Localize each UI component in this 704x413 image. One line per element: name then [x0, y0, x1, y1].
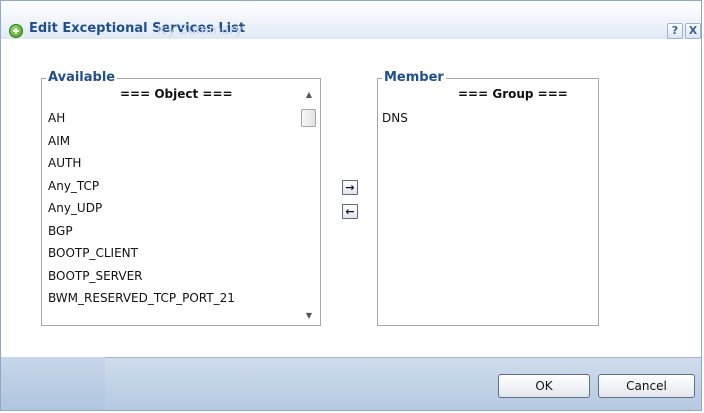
- list-item[interactable]: AIM: [48, 130, 298, 153]
- list-item[interactable]: Any_TCP: [48, 175, 298, 198]
- list-item[interactable]: BOOTP_CLIENT: [48, 242, 298, 265]
- edit-icon: [9, 24, 23, 38]
- scroll-up-icon[interactable]: ▲: [299, 88, 319, 102]
- background-title-text: icy Summary: [157, 23, 243, 38]
- remove-from-member-button[interactable]: ←: [342, 204, 358, 219]
- member-list-box[interactable]: Member === Group === DNS: [377, 70, 599, 326]
- close-button[interactable]: X: [685, 23, 701, 39]
- list-item[interactable]: AH: [48, 107, 298, 130]
- cancel-button[interactable]: Cancel: [598, 374, 695, 398]
- list-item[interactable]: Any_UDP: [48, 197, 298, 220]
- list-item[interactable]: BOOTP_SERVER: [48, 265, 298, 288]
- group-header: === Group ===: [458, 87, 568, 101]
- list-item[interactable]: BWM_RESERVED_TCP_PORT_21: [48, 287, 298, 310]
- edit-exceptional-services-dialog: Edit Exceptional Services List icy Summa…: [0, 0, 702, 411]
- available-legend: Available: [46, 70, 118, 85]
- footer-left-panel: [1, 357, 105, 410]
- dialog-footer: [1, 357, 701, 410]
- help-button[interactable]: ?: [667, 23, 683, 39]
- scroll-thumb[interactable]: [301, 109, 316, 127]
- object-group-header: === Object ===: [120, 87, 233, 101]
- member-list[interactable]: DNS: [382, 107, 408, 130]
- available-list-box[interactable]: Available === Object === AH AIM AUTH Any…: [41, 70, 321, 326]
- ok-button[interactable]: OK: [498, 374, 590, 398]
- available-scrollbar[interactable]: ▲ ▼: [299, 85, 319, 325]
- member-legend: Member: [382, 70, 446, 85]
- list-item[interactable]: AUTH: [48, 152, 298, 175]
- available-list[interactable]: AH AIM AUTH Any_TCP Any_UDP BGP BOOTP_CL…: [48, 107, 298, 310]
- scroll-down-icon[interactable]: ▼: [299, 309, 319, 323]
- list-item[interactable]: DNS: [382, 107, 408, 130]
- list-item[interactable]: BGP: [48, 220, 298, 243]
- add-to-member-button[interactable]: →: [342, 180, 358, 195]
- title-bar: Edit Exceptional Services List icy Summa…: [1, 1, 701, 39]
